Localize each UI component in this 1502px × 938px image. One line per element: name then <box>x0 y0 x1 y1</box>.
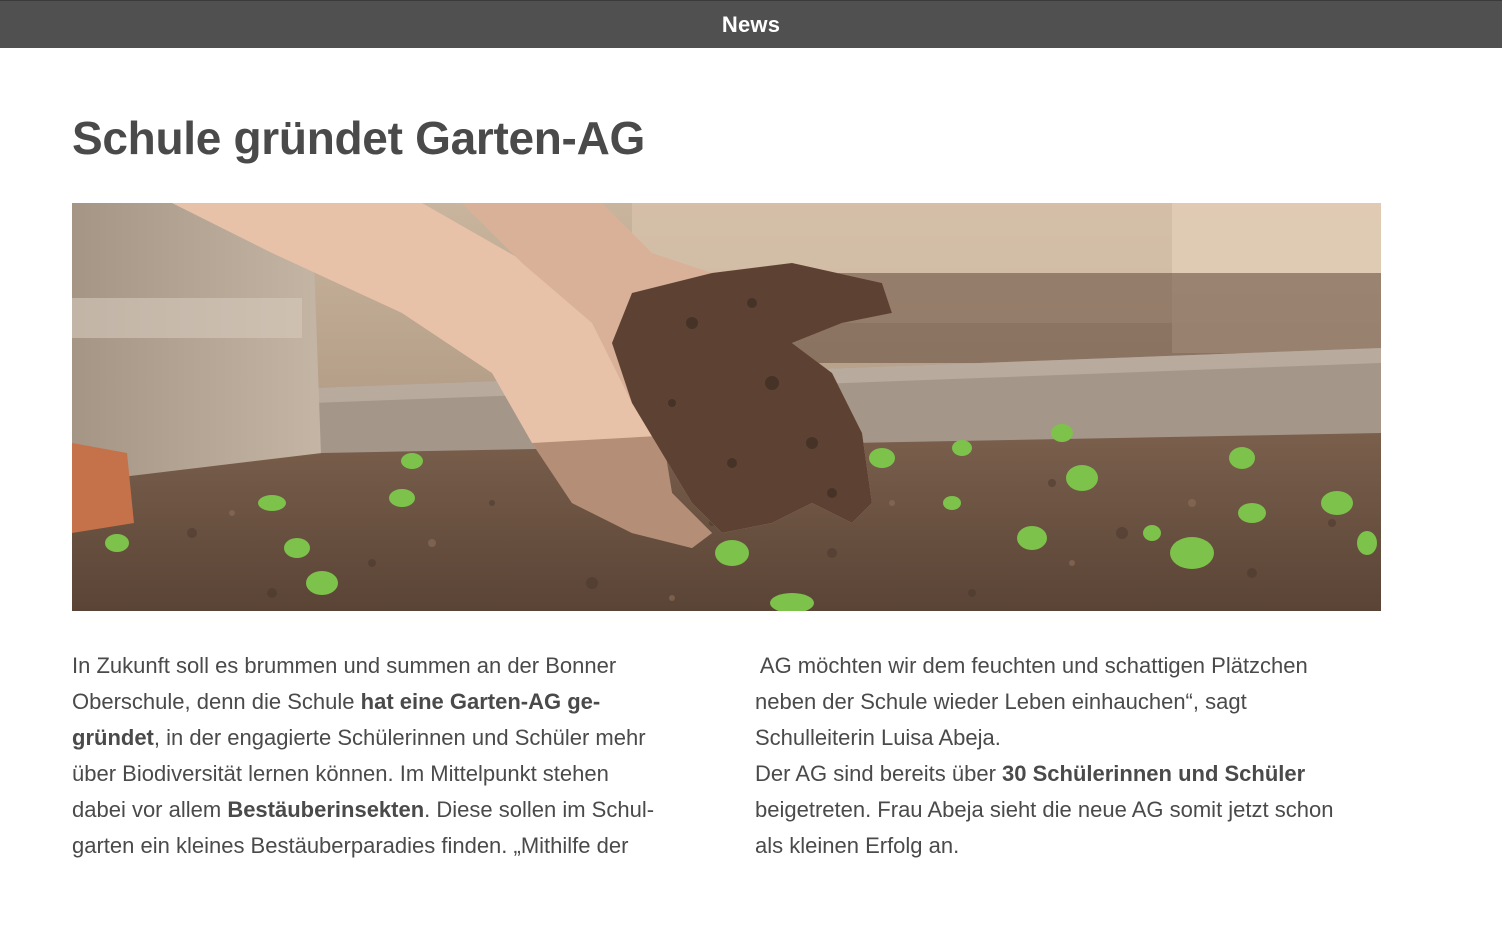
article-title: Schule gründet Garten-AG <box>72 112 645 164</box>
body-text: , in der engagierte Schülerinnen und Sch… <box>153 725 646 750</box>
news-header-label: News <box>721 11 781 37</box>
body-text-bold: 30 Schülerinnen und Schüler <box>1002 761 1306 786</box>
body-text: Der AG sind bereits über <box>755 761 1003 786</box>
body-line: In Zukunft soll es brummen und summen an… <box>72 653 617 678</box>
body-line: Der AG sind bereits über 30 Schülerinnen… <box>755 756 1381 792</box>
body-text: Oberschule, denn die Schule <box>72 689 361 714</box>
body-text-bold: gründet <box>72 725 154 750</box>
body-line: beigetreten. Frau Abeja sieht die neue A… <box>755 797 1334 822</box>
garden-photo-icon <box>72 203 1381 611</box>
article-body-left-column: In Zukunft soll es brummen und summen an… <box>72 648 692 864</box>
body-line: Schulleiterin Luisa Abeja. <box>755 725 1001 750</box>
body-text: dabei vor allem <box>72 797 228 822</box>
body-line: garten ein kleines Bestäuberparadies fin… <box>72 833 629 858</box>
body-line: neben der Schule wieder Leben einhauchen… <box>755 689 1247 714</box>
body-text-bold: Bestäuberinsekten <box>227 797 425 822</box>
body-text: . Diese sollen im Schul- <box>424 797 655 822</box>
body-line: dabei vor allem Bestäuberinsekten. Diese… <box>72 792 692 828</box>
article-hero-image <box>72 203 1381 611</box>
news-header-bar: News <box>0 0 1502 48</box>
body-line: Oberschule, denn die Schule hat eine Gar… <box>72 684 692 720</box>
body-line: gründet, in der engagierte Schülerinnen … <box>72 720 692 756</box>
body-line: als kleinen Erfolg an. <box>755 833 960 858</box>
body-line: AG möchten wir dem feuchten und schattig… <box>755 653 1308 678</box>
body-text-bold: hat eine Garten-AG ge- <box>360 689 601 714</box>
body-line: über Biodiversität lernen können. Im Mit… <box>72 761 609 786</box>
article-body-right-column: AG möchten wir dem feuchten und schattig… <box>755 648 1381 864</box>
